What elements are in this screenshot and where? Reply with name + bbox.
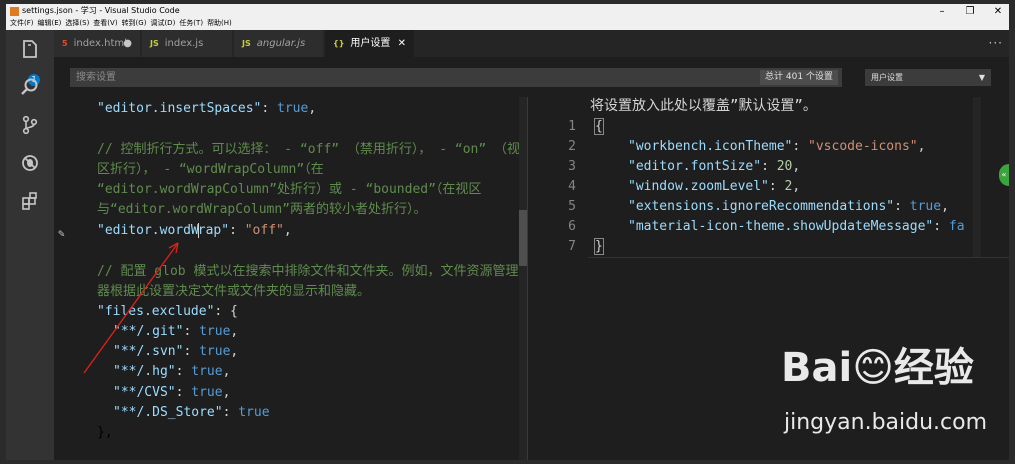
vscode-window: settings.json - 学习 - Visual Studio Code … xyxy=(6,4,1009,460)
line-number: 5 xyxy=(568,199,576,214)
search-icon[interactable] xyxy=(19,76,41,98)
closing-brace-line: }, xyxy=(97,425,113,440)
tab-angular-js[interactable]: JS angular.js xyxy=(234,30,324,57)
side-panel-toggle-icon[interactable]: « xyxy=(999,164,1009,186)
line-number: 1 xyxy=(568,119,576,134)
settings-search-header: 总计 401 个设置 用户设置 ▼ xyxy=(54,57,1009,97)
watermark-url: jingyan.baidu.com xyxy=(784,410,988,435)
more-actions-icon[interactable]: ··· xyxy=(989,30,1003,57)
tab-index-js[interactable]: JS index.js xyxy=(142,30,233,57)
tab-label: 用户设置 xyxy=(350,38,391,49)
menu-edit[interactable]: 编辑(E) xyxy=(38,18,62,28)
window-controls: – ❐ ✕ xyxy=(937,6,1003,17)
tab-label: index.html xyxy=(73,38,127,49)
menu-goto[interactable]: 转到(G) xyxy=(122,18,147,28)
json-braces-icon: {} xyxy=(333,39,345,48)
scrollbar-thumb[interactable] xyxy=(519,210,527,266)
line-number: 2 xyxy=(568,139,576,154)
tab-user-settings[interactable]: {} 用户设置 ✕ xyxy=(325,30,415,57)
line-number: 7 xyxy=(568,239,576,254)
tab-label: index.js xyxy=(164,38,204,49)
html5-icon: 5 xyxy=(62,39,68,48)
menu-help[interactable]: 帮助(H) xyxy=(207,18,232,28)
tab-label: angular.js xyxy=(256,38,306,49)
right-editor-scrollbar[interactable] xyxy=(973,97,981,257)
line-number: 3 xyxy=(568,159,576,174)
unsaved-dot-icon[interactable]: ● xyxy=(123,30,132,57)
user-setting-line: "extensions.ignoreRecommendations": true… xyxy=(628,199,949,214)
activity-bar: 1 xyxy=(6,30,54,460)
close-window-button[interactable]: ✕ xyxy=(993,6,1003,17)
close-brace: } xyxy=(594,238,604,255)
baidu-logo: Bai😊经验 xyxy=(781,345,974,391)
left-editor-scrollbar[interactable] xyxy=(519,97,527,460)
line-number: 6 xyxy=(568,219,576,234)
editor-tab-bar: 5 index.html ● JS index.js JS angular.js {}… xyxy=(54,30,1009,57)
window-title: settings.json - 学习 - Visual Studio Code xyxy=(22,6,180,15)
chevron-down-icon: ▼ xyxy=(978,73,985,82)
extensions-icon[interactable] xyxy=(19,190,41,212)
baidu-jingyan-watermark: Bai😊经验 jingyan.baidu.com xyxy=(781,344,1009,454)
user-setting-line: "editor.fontSize": 20, xyxy=(628,159,801,174)
open-brace: { xyxy=(594,118,604,135)
vscode-app-icon xyxy=(10,7,19,16)
javascript-icon: JS xyxy=(242,39,251,48)
settings-scope-dropdown[interactable]: 用户设置 ▼ xyxy=(865,69,991,86)
title-bar: settings.json - 学习 - Visual Studio Code … xyxy=(6,4,1009,30)
exclude-item-line: "**/.DS_Store": true xyxy=(113,405,270,420)
menu-debug[interactable]: 调试(D) xyxy=(150,18,175,28)
user-setting-line: "workbench.iconTheme": "vscode-icons", xyxy=(628,139,926,154)
files-icon[interactable] xyxy=(19,38,41,60)
search-settings-input[interactable] xyxy=(70,68,842,87)
user-setting-line: "material-icon-theme.showUpdateMessage":… xyxy=(628,219,965,234)
user-settings-hint: 将设置放入此处以覆盖”默认设置”。 xyxy=(590,98,817,114)
menu-tasks[interactable]: 任务(T) xyxy=(179,18,203,28)
debug-icon[interactable] xyxy=(19,152,41,174)
scope-selected-value: 用户设置 xyxy=(871,73,903,82)
annotation-arrow xyxy=(83,242,179,374)
editor-end-separator xyxy=(588,257,1009,258)
maximize-button[interactable]: ❐ xyxy=(965,6,975,17)
menu-file[interactable]: 文件(F) xyxy=(10,18,34,28)
javascript-icon: JS xyxy=(150,39,159,48)
menu-bar: 文件(F) 编辑(E) 选择(S) 查看(V) 转到(G) 调试(D) 任务(T… xyxy=(10,18,232,28)
line-number: 4 xyxy=(568,179,576,194)
close-tab-icon[interactable]: ✕ xyxy=(398,30,406,57)
default-settings-editor[interactable]: "editor.insertSpaces": true, // 控制折行方式。可… xyxy=(54,97,527,460)
tab-index-html[interactable]: 5 index.html ● xyxy=(54,30,141,57)
source-control-icon[interactable] xyxy=(19,114,41,136)
user-setting-line: "window.zoomLevel": 2, xyxy=(628,179,801,194)
menu-selection[interactable]: 选择(S) xyxy=(65,18,89,28)
menu-view[interactable]: 查看(V) xyxy=(93,18,117,28)
minimize-button[interactable]: – xyxy=(937,6,947,17)
settings-count-badge: 总计 401 个设置 xyxy=(760,70,838,85)
